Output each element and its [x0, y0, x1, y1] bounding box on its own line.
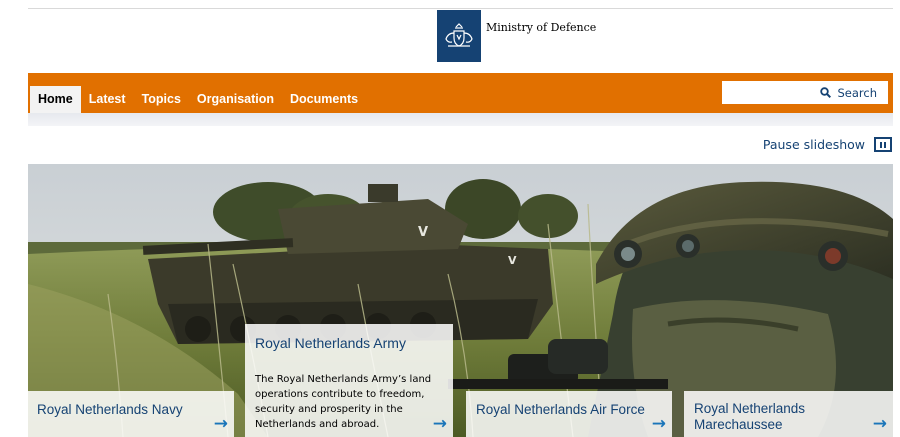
nav-item-documents[interactable]: Documents — [282, 86, 366, 113]
pause-slideshow-button[interactable]: Pause slideshow — [763, 137, 892, 152]
search-input[interactable] — [722, 81, 818, 104]
pause-icon — [874, 137, 892, 152]
nav-subbar — [28, 113, 893, 126]
search-icon — [820, 87, 832, 98]
card-title: Royal Netherlands Army — [255, 335, 406, 351]
card-title: Royal Netherlands Marechaussee — [694, 401, 806, 432]
coat-of-arms-icon — [445, 23, 473, 47]
search-button[interactable]: Search — [820, 86, 888, 100]
pause-slideshow-label: Pause slideshow — [762, 137, 865, 152]
arrow-right-icon: → — [651, 414, 666, 434]
site-logo[interactable]: Ministry of Defence — [437, 10, 596, 62]
top-divider — [28, 8, 893, 9]
nav-item-home[interactable]: Home — [30, 86, 81, 113]
main-nav: Home Latest Topics Organisation Document… — [28, 73, 893, 113]
arrow-right-icon: → — [432, 414, 447, 434]
svg-text:V: V — [418, 225, 428, 240]
card-royal-netherlands-navy[interactable]: Royal Netherlands Navy → — [28, 391, 234, 437]
search-button-label: Search — [837, 85, 877, 100]
card-title: Royal Netherlands Navy — [37, 402, 183, 417]
logo-ribbon — [437, 10, 481, 62]
brand-name: Ministry of Defence — [486, 21, 597, 34]
search-box: Search — [722, 81, 888, 104]
nav-item-organisation[interactable]: Organisation — [189, 86, 282, 113]
nav-item-latest[interactable]: Latest — [81, 86, 134, 113]
nav-item-topics[interactable]: Topics — [134, 86, 189, 113]
card-title: Royal Netherlands Air Force — [476, 402, 645, 417]
card-royal-netherlands-marechaussee[interactable]: Royal Netherlands Marechaussee → — [684, 391, 893, 437]
arrow-right-icon: → — [213, 414, 228, 434]
card-description: The Royal Netherlands Army’s land operat… — [255, 374, 432, 430]
card-royal-netherlands-air-force[interactable]: Royal Netherlands Air Force → — [466, 391, 672, 437]
svg-text:V: V — [508, 254, 517, 267]
card-royal-netherlands-army[interactable]: Royal Netherlands Army The Royal Netherl… — [245, 324, 453, 437]
arrow-right-icon: → — [872, 414, 887, 434]
